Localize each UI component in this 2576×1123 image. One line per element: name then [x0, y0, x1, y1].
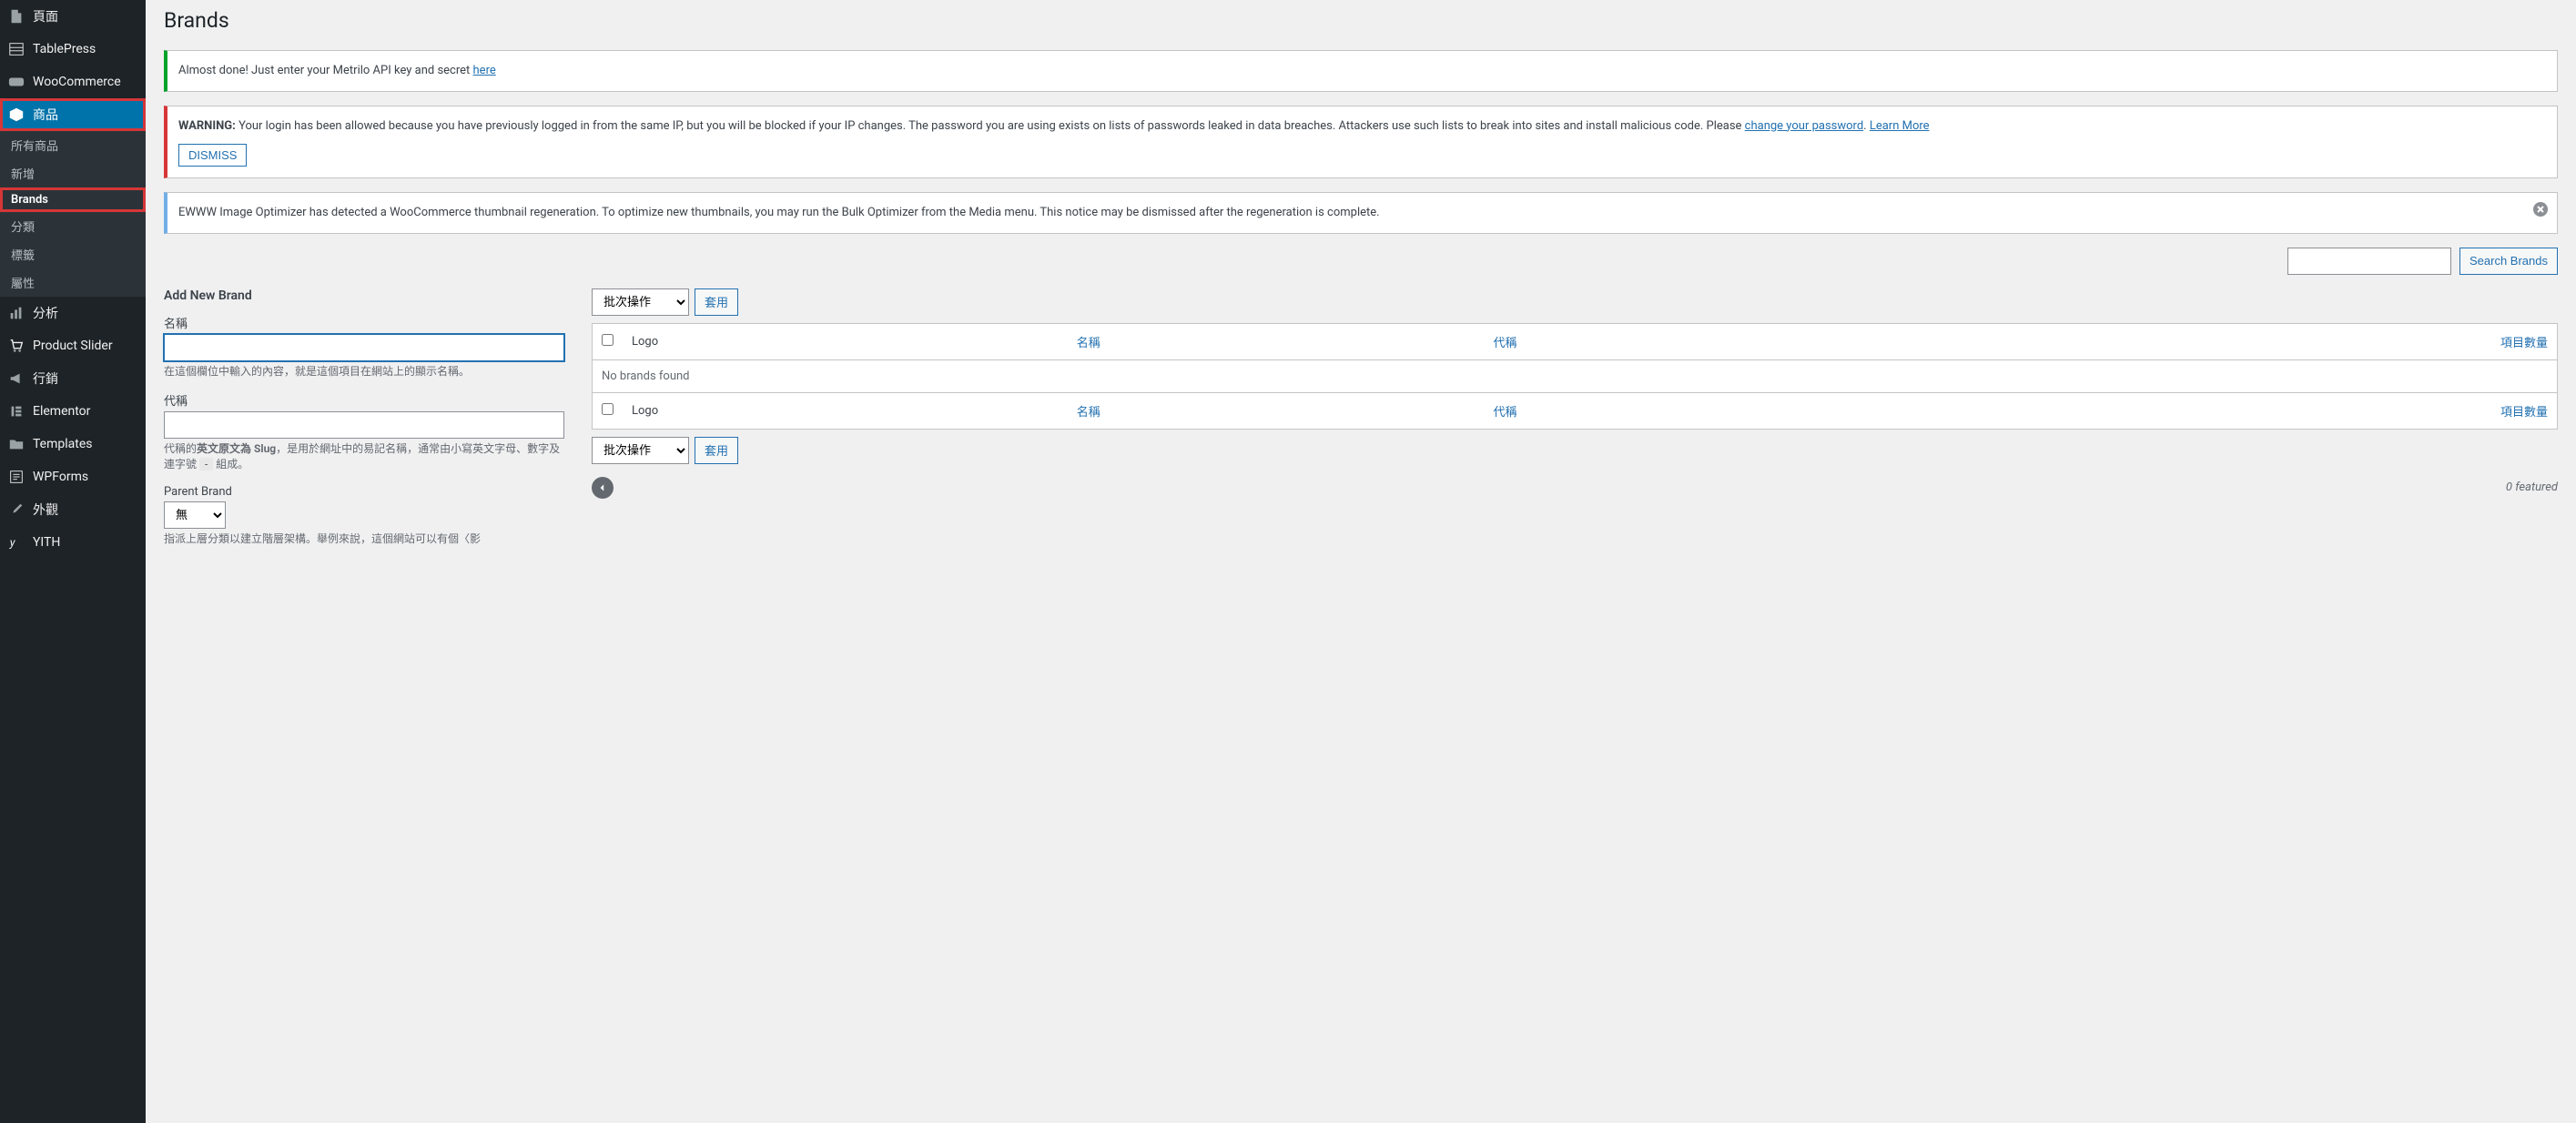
col-slug-foot[interactable]: 代稱 — [1493, 406, 1516, 420]
woo-icon — [7, 73, 25, 91]
sidebar-item-label: Templates — [33, 437, 93, 451]
sidebar-item-label: TablePress — [33, 42, 96, 56]
notice-warning: WARNING: Your login has been allowed bec… — [164, 106, 2558, 179]
sidebar-item-templates[interactable]: Templates — [0, 428, 146, 460]
svg-text:y: y — [9, 537, 16, 551]
slug-help: 代稱的英文原文為 Slug，是用於網址中的易記名稱，通常由小寫英文字母、數字及連… — [164, 441, 564, 472]
change-password-link[interactable]: change your password — [1745, 119, 1864, 133]
apply-button-bottom[interactable]: 套用 — [695, 437, 738, 464]
sidebar-item-label: WPForms — [33, 470, 88, 484]
col-name-foot[interactable]: 名稱 — [1077, 406, 1100, 420]
sidebar-item-label: Product Slider — [33, 339, 113, 353]
col-slug[interactable]: 代稱 — [1493, 337, 1516, 350]
brand-slug-input[interactable] — [164, 411, 564, 439]
search-brands-button[interactable]: Search Brands — [2459, 248, 2558, 275]
brands-list: 批次操作 套用 Logo 名稱 代稱 項目數量 No brands found — [592, 288, 2558, 560]
notice-ewww: EWWW Image Optimizer has detected a WooC… — [164, 192, 2558, 234]
sidebar-item-label: 分析 — [33, 304, 58, 322]
close-icon[interactable] — [2531, 200, 2550, 218]
sidebar-item-label: 外觀 — [33, 501, 58, 519]
add-brand-form: Add New Brand 名稱 在這個欄位中輸入的內容，就是這個項目在網站上的… — [164, 288, 564, 560]
notice-text: Almost done! Just enter your Metrilo API… — [178, 64, 473, 77]
page-title: Brands — [164, 0, 2558, 36]
dismiss-button[interactable]: DISMISS — [178, 144, 247, 167]
sidebar-item-label: WooCommerce — [33, 75, 121, 89]
chart-icon — [7, 304, 25, 322]
warning-body: Your login has been allowed because you … — [236, 119, 1745, 133]
select-all-bottom[interactable] — [602, 403, 614, 415]
folder-icon — [7, 435, 25, 453]
metrilo-here-link[interactable]: here — [473, 64, 496, 77]
sidebar-item-tablepress[interactable]: TablePress — [0, 33, 146, 66]
sidebar-item-wpforms[interactable]: WPForms — [0, 460, 146, 493]
empty-row: No brands found — [593, 359, 2558, 392]
submenu-categories[interactable]: 分類 — [0, 212, 146, 240]
megaphone-icon — [7, 369, 25, 388]
warning-prefix: WARNING: — [178, 119, 236, 133]
form-icon — [7, 468, 25, 486]
learn-more-link[interactable]: Learn More — [1870, 119, 1930, 133]
search-row: Search Brands — [164, 248, 2558, 275]
bulk-action-select-bottom[interactable]: 批次操作 — [592, 437, 689, 464]
sidebar-item-label: 商品 — [33, 106, 58, 124]
sidebar-item-products[interactable]: 商品 — [0, 98, 146, 131]
sidebar-item-label: 行銷 — [33, 369, 58, 388]
search-input[interactable] — [2287, 248, 2451, 275]
cube-icon — [7, 106, 25, 124]
col-name[interactable]: 名稱 — [1077, 337, 1100, 350]
sidebar-item-elementor[interactable]: Elementor — [0, 395, 146, 428]
submenu-all-products[interactable]: 所有商品 — [0, 131, 146, 159]
brand-name-input[interactable] — [164, 334, 564, 361]
col-count-foot[interactable]: 項目數量 — [2500, 406, 2548, 420]
parent-help: 指派上層分類以建立階層架構。舉例來說，這個網站可以有個〈影 — [164, 531, 564, 547]
sidebar-submenu: 所有商品 新增 Brands 分類 標籤 屬性 — [0, 131, 146, 297]
apply-button-top[interactable]: 套用 — [695, 288, 738, 316]
sidebar-item-appearance[interactable]: 外觀 — [0, 493, 146, 526]
parent-label: Parent Brand — [164, 485, 564, 499]
sidebar-item-label: Elementor — [33, 404, 90, 419]
sidebar-item-woocommerce[interactable]: WooCommerce — [0, 66, 146, 98]
sidebar-item-marketing[interactable]: 行銷 — [0, 362, 146, 395]
brush-icon — [7, 501, 25, 519]
parent-brand-select[interactable]: 無 — [164, 501, 226, 529]
bulk-action-select-top[interactable]: 批次操作 — [592, 288, 689, 316]
sidebar-item-product-slider[interactable]: Product Slider — [0, 329, 146, 362]
ewww-text: EWWW Image Optimizer has detected a WooC… — [178, 204, 2546, 222]
form-title: Add New Brand — [164, 288, 564, 303]
yith-icon: y — [7, 533, 25, 551]
sidebar-item-analytics[interactable]: 分析 — [0, 297, 146, 329]
sidebar-item-label: YITH — [33, 535, 60, 550]
submenu-brands[interactable]: Brands — [0, 187, 146, 212]
elementor-icon — [7, 402, 25, 420]
slug-label: 代稱 — [164, 391, 564, 409]
sidebar-item-label: 頁面 — [33, 7, 58, 25]
name-help: 在這個欄位中輸入的內容，就是這個項目在網站上的顯示名稱。 — [164, 364, 564, 379]
col-logo: Logo — [623, 323, 1068, 359]
cart-icon — [7, 337, 25, 355]
brands-table: Logo 名稱 代稱 項目數量 No brands found Logo 名稱 … — [592, 323, 2558, 430]
main-content: Brands Almost done! Just enter your Metr… — [146, 0, 2576, 1123]
col-logo-foot: Logo — [623, 392, 1068, 429]
name-label: 名稱 — [164, 314, 564, 331]
col-count[interactable]: 項目數量 — [2500, 337, 2548, 350]
page-icon — [7, 7, 25, 25]
back-icon[interactable] — [592, 477, 614, 499]
featured-count: 0 featured — [2506, 481, 2558, 494]
submenu-tags[interactable]: 標籤 — [0, 240, 146, 268]
sidebar-item-pages[interactable]: 頁面 — [0, 0, 146, 33]
notice-metrilo: Almost done! Just enter your Metrilo API… — [164, 50, 2558, 92]
sidebar-item-yith[interactable]: y YITH — [0, 526, 146, 559]
submenu-add-new[interactable]: 新增 — [0, 159, 146, 187]
admin-sidebar: 頁面 TablePress WooCommerce 商品 所有商品 新增 Bra… — [0, 0, 146, 1123]
submenu-attributes[interactable]: 屬性 — [0, 268, 146, 297]
table-icon — [7, 40, 25, 58]
select-all-top[interactable] — [602, 334, 614, 346]
